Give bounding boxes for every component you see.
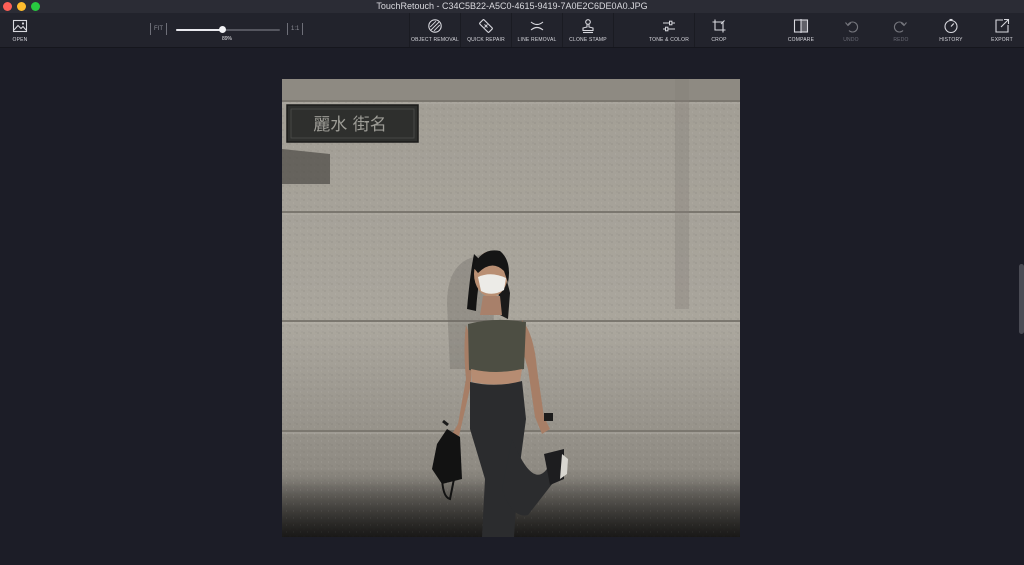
clone-stamp-button[interactable]: CLONE STAMP: [563, 13, 613, 47]
redo-icon: [893, 20, 907, 33]
line-removal-button[interactable]: LINE REMOVAL: [512, 13, 562, 47]
compare-button[interactable]: COMPARE: [780, 13, 822, 47]
zoom-one-to-one-button[interactable]: 1:1: [287, 23, 304, 35]
undo-label: UNDO: [843, 36, 859, 43]
line-removal-icon: [530, 21, 544, 30]
crop-button[interactable]: CROP: [695, 13, 743, 47]
crop-label: CROP: [711, 36, 727, 43]
zoom-slider-fill: [176, 29, 223, 31]
tone-color-button[interactable]: TONE & COLOR: [644, 13, 694, 47]
export-icon: [995, 18, 1010, 33]
history-label: HISTORY: [939, 36, 963, 43]
history-button[interactable]: HISTORY: [931, 13, 971, 47]
object-removal-button[interactable]: OBJECT REMOVAL: [410, 13, 460, 47]
quick-repair-icon: [479, 18, 493, 33]
vertical-scrollbar[interactable]: [1019, 264, 1024, 334]
redo-label: REDO: [893, 36, 909, 43]
export-button[interactable]: EXPORT: [983, 13, 1021, 47]
quick-repair-button[interactable]: QUICK REPAIR: [461, 13, 511, 47]
tone-color-label: TONE & COLOR: [648, 36, 690, 43]
object-removal-label: OBJECT REMOVAL: [411, 36, 459, 43]
quick-repair-label: QUICK REPAIR: [467, 36, 505, 43]
export-label: EXPORT: [991, 36, 1013, 43]
line-removal-label: LINE REMOVAL: [517, 36, 557, 43]
toolbar: OPEN FIT 1:1 89% OBJECT REMOVAL QUICK RE…: [0, 13, 1024, 48]
history-icon: [944, 18, 958, 33]
compare-icon: [793, 18, 809, 33]
redo-button[interactable]: REDO: [883, 13, 919, 47]
zoom-slider-knob[interactable]: [219, 26, 227, 33]
zoom-value: 89%: [221, 36, 232, 42]
photo-canvas[interactable]: 麗水 街名: [282, 79, 740, 537]
clone-stamp-label: CLONE STAMP: [569, 36, 607, 43]
open-label: OPEN: [12, 36, 28, 43]
tone-color-icon: [663, 20, 675, 31]
zoom-slider[interactable]: [176, 26, 280, 33]
clone-stamp-icon: [582, 18, 594, 33]
divider: [613, 13, 614, 47]
compare-label: COMPARE: [787, 36, 815, 43]
crop-icon: [712, 19, 726, 32]
object-removal-icon: [428, 18, 442, 33]
window-title: TouchRetouch - C34C5B22-A5C0-4615-9419-7…: [376, 1, 648, 11]
street-sign-text: 麗水 街名: [313, 115, 386, 135]
title-bar: TouchRetouch - C34C5B22-A5C0-4615-9419-7…: [0, 0, 1024, 13]
undo-button[interactable]: UNDO: [833, 13, 869, 47]
photo-image: 麗水 街名: [282, 79, 740, 537]
open-button[interactable]: OPEN: [6, 13, 34, 47]
image-icon: [12, 19, 28, 32]
undo-icon: [845, 20, 859, 33]
zoom-fit-button[interactable]: FIT: [150, 23, 167, 35]
